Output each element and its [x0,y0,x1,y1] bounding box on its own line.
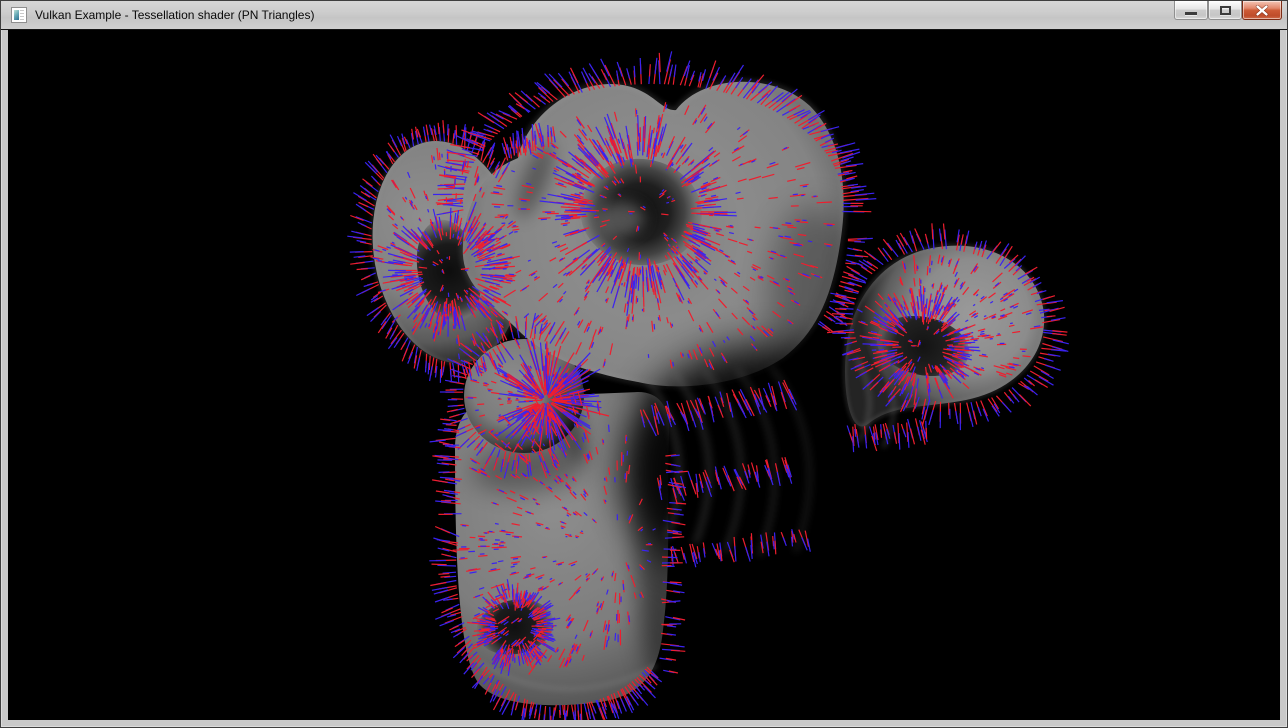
app-icon[interactable] [11,7,27,23]
maximize-icon [1220,6,1231,15]
window-title: Vulkan Example - Tessellation shader (PN… [35,1,314,29]
tessellation-render [8,30,1280,720]
minimize-icon [1185,12,1197,15]
caption-buttons [1174,1,1282,20]
app-icon-lines [20,10,24,20]
maximize-button[interactable] [1208,1,1242,20]
app-window: Vulkan Example - Tessellation shader (PN… [0,0,1288,728]
app-icon-pane [14,10,19,20]
title-bar[interactable]: Vulkan Example - Tessellation shader (PN… [1,1,1287,30]
minimize-button[interactable] [1174,1,1208,20]
render-viewport[interactable] [8,30,1280,720]
close-icon [1255,5,1269,16]
close-button[interactable] [1242,1,1282,20]
